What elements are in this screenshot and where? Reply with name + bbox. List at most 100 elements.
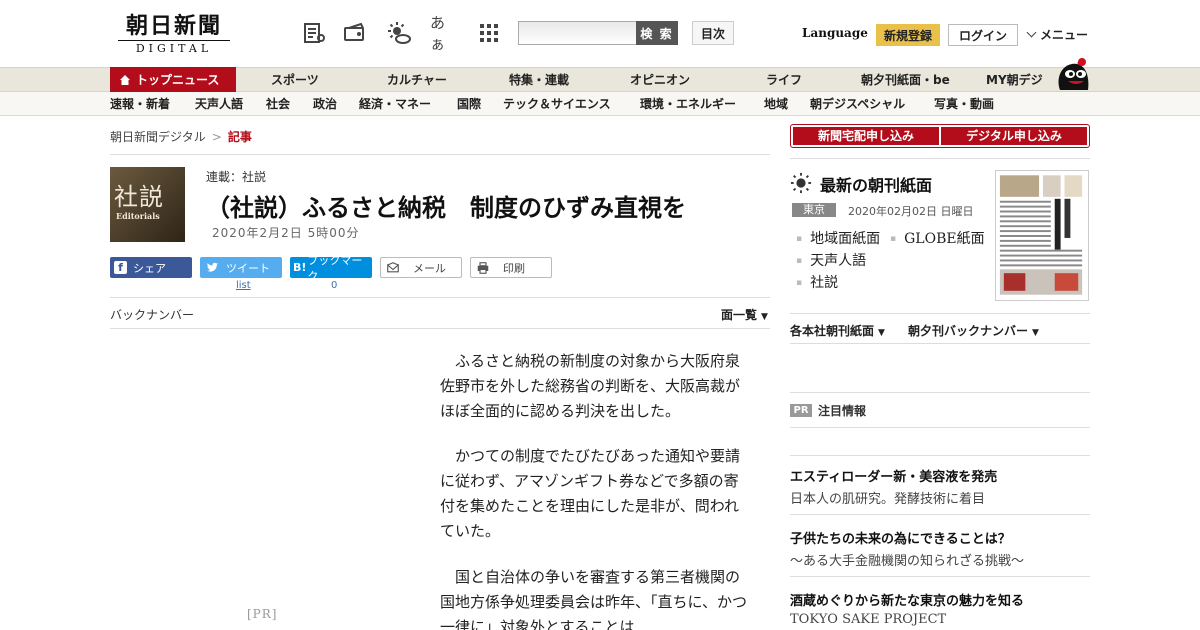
nav-economy[interactable]: 経済・マネー xyxy=(359,92,431,116)
subscribe-digital-button[interactable]: デジタル申し込み xyxy=(941,127,1087,145)
menu-label: メニュー xyxy=(1040,28,1089,42)
divider xyxy=(790,392,1090,393)
nav-region[interactable]: 地域 xyxy=(764,92,788,116)
print-button[interactable]: 印刷 xyxy=(470,257,552,278)
ad-title[interactable]: 酒蔵めぐりから新たな東京の魅力を知る xyxy=(790,590,1024,609)
breadcrumb-home[interactable]: 朝日新聞デジタル xyxy=(110,130,206,144)
ad-title[interactable]: エスティローダー新・美容液を発売 xyxy=(790,466,997,485)
mail-icon xyxy=(385,260,401,276)
facebook-icon: f xyxy=(114,261,127,274)
pr-heading: 注目情報 xyxy=(818,404,867,418)
newspaper-thumbnail[interactable] xyxy=(995,170,1089,301)
pr-badge: PR xyxy=(790,404,812,417)
print-label: 印刷 xyxy=(503,261,525,275)
series-label[interactable]: 連載：社説 xyxy=(206,168,266,185)
divider xyxy=(110,328,770,329)
divider xyxy=(110,154,770,155)
ad-title[interactable]: 子供たちの未来の為にできることは？ xyxy=(790,528,1011,547)
divider xyxy=(790,455,1090,456)
logo-main-text: 朝日新聞 xyxy=(125,13,222,39)
article-headline: （社説）ふるさと納税 制度のひずみ直視を xyxy=(206,194,686,222)
nav-society[interactable]: 社会 xyxy=(266,92,290,116)
nav-latest[interactable]: 速報・新着 xyxy=(110,92,170,116)
nav-features[interactable]: 特集・連載 xyxy=(509,68,569,92)
twitter-tweet-button[interactable]: ツイート xyxy=(200,257,282,278)
pr-ad-label: [PR] xyxy=(247,607,278,621)
index-button[interactable]: 目次 xyxy=(692,21,734,45)
grid-menu-icon[interactable] xyxy=(476,20,502,46)
menu-button[interactable]: メニュー xyxy=(1026,26,1089,43)
printer-icon xyxy=(475,260,491,276)
facebook-share-button[interactable]: f シェア xyxy=(110,257,192,278)
home-icon xyxy=(120,75,130,85)
subscribe-box: 新聞宅配申し込み デジタル申し込み xyxy=(790,124,1090,148)
nav-environment[interactable]: 環境・エネルギー xyxy=(640,92,736,116)
nav-opinion[interactable]: オピニオン xyxy=(630,68,690,92)
ad-subtitle[interactable]: 日本人の肌研究。発酵技術に着目 xyxy=(790,488,985,507)
login-button[interactable]: ログイン xyxy=(948,24,1018,46)
font-size-icon[interactable]: あぁ xyxy=(430,14,456,53)
nav-special[interactable]: 朝デジスペシャル xyxy=(810,92,905,116)
ticket-icon[interactable] xyxy=(342,20,368,46)
link-regional-paper[interactable]: 地域面紙面 xyxy=(796,228,880,248)
subscribe-paper-button[interactable]: 新聞宅配申し込み xyxy=(793,127,939,145)
nav-newspaper[interactable]: 朝夕刊紙面・be xyxy=(861,68,950,92)
language-link[interactable]: Language xyxy=(802,26,868,40)
ad-subtitle[interactable]: TOKYO SAKE PROJECT xyxy=(790,612,946,627)
breadcrumb: 朝日新聞デジタル > 記事 xyxy=(110,128,252,145)
regional-paper-dropdown[interactable]: 各本社朝刊紙面 ▼ xyxy=(790,322,885,339)
link-editorial[interactable]: 社説 xyxy=(796,272,838,292)
search-button[interactable]: 検 索 xyxy=(636,21,678,45)
twitter-count[interactable]: list xyxy=(236,280,251,291)
nav-life[interactable]: ライフ xyxy=(766,68,802,92)
weather-icon[interactable] xyxy=(386,20,412,46)
nav-top-news[interactable]: トップニュース xyxy=(110,67,236,93)
divider xyxy=(790,313,1090,314)
nav-sports[interactable]: スポーツ xyxy=(271,68,319,92)
link-tensei-jingo[interactable]: 天声人語 xyxy=(796,250,866,270)
divider xyxy=(790,514,1090,515)
hatena-b-icon: B! xyxy=(293,261,307,274)
register-button[interactable]: 新規登録 xyxy=(876,24,940,46)
twitter-tweet-label: ツイート xyxy=(226,261,270,275)
divider xyxy=(110,297,770,298)
facebook-share-label: シェア xyxy=(133,261,166,275)
mascot-icon[interactable] xyxy=(1054,56,1092,92)
nav-international[interactable]: 国際 xyxy=(457,92,481,116)
divider xyxy=(790,427,1090,428)
back-number-dropdown-label: 朝夕刊バックナンバー xyxy=(908,324,1029,338)
hatena-count[interactable]: 0 xyxy=(331,280,337,291)
editorial-thumbnail[interactable]: 社説 Editorials xyxy=(110,167,185,242)
article-paragraph: かつての制度でたびたびあった通知や要請に従わず、アマゾンギフト券などで多額の寄付… xyxy=(440,447,741,540)
triangle-down-icon: ▼ xyxy=(878,328,885,338)
triangle-down-icon: ▼ xyxy=(761,312,768,322)
latest-paper-title[interactable]: 最新の朝刊紙面 xyxy=(820,172,932,196)
divider xyxy=(790,158,1090,159)
page-list-dropdown[interactable]: 面一覧 ▼ xyxy=(721,306,768,323)
nav-my-asadigi[interactable]: MY朝デジ xyxy=(986,68,1043,92)
chevron-down-icon xyxy=(1026,27,1037,38)
hatena-bookmark-label: ブックマーク xyxy=(307,253,363,283)
search-input[interactable] xyxy=(518,21,638,45)
back-number-dropdown[interactable]: 朝夕刊バックナンバー ▼ xyxy=(908,322,1039,339)
link-globe-paper[interactable]: GLOBE紙面 xyxy=(890,228,984,248)
triangle-down-icon: ▼ xyxy=(1032,328,1039,338)
twitter-bird-icon xyxy=(204,260,220,276)
edition-badge: 東京 xyxy=(792,203,836,217)
nav-tensei-jingo[interactable]: 天声人語 xyxy=(195,92,243,116)
nav-politics[interactable]: 政治 xyxy=(313,92,337,116)
primary-nav: トップニュース スポーツ カルチャー 特集・連載 オピニオン ライフ 朝夕刊紙面… xyxy=(0,67,1200,93)
site-header: 朝日新聞 DIGITAL あぁ 検 索 目次 Language 新規登録 ログイ… xyxy=(0,0,1200,66)
news-list-icon[interactable] xyxy=(301,20,327,46)
nav-top-news-label: トップニュース xyxy=(136,73,220,87)
divider xyxy=(790,343,1090,344)
nav-photo-video[interactable]: 写真・動画 xyxy=(934,92,994,116)
nav-culture[interactable]: カルチャー xyxy=(387,68,447,92)
mail-share-button[interactable]: メール xyxy=(380,257,462,278)
ad-subtitle[interactable]: ～ある大手金融機関の知られざる挑戦～ xyxy=(790,550,1024,569)
site-logo[interactable]: 朝日新聞 DIGITAL xyxy=(118,14,230,55)
page-list-label: 面一覧 xyxy=(721,308,758,322)
hatena-bookmark-button[interactable]: B! ブックマーク xyxy=(290,254,372,283)
nav-tech-science[interactable]: テック＆サイエンス xyxy=(503,92,611,116)
paper-date: 2020年02月02日 日曜日 xyxy=(848,205,974,218)
